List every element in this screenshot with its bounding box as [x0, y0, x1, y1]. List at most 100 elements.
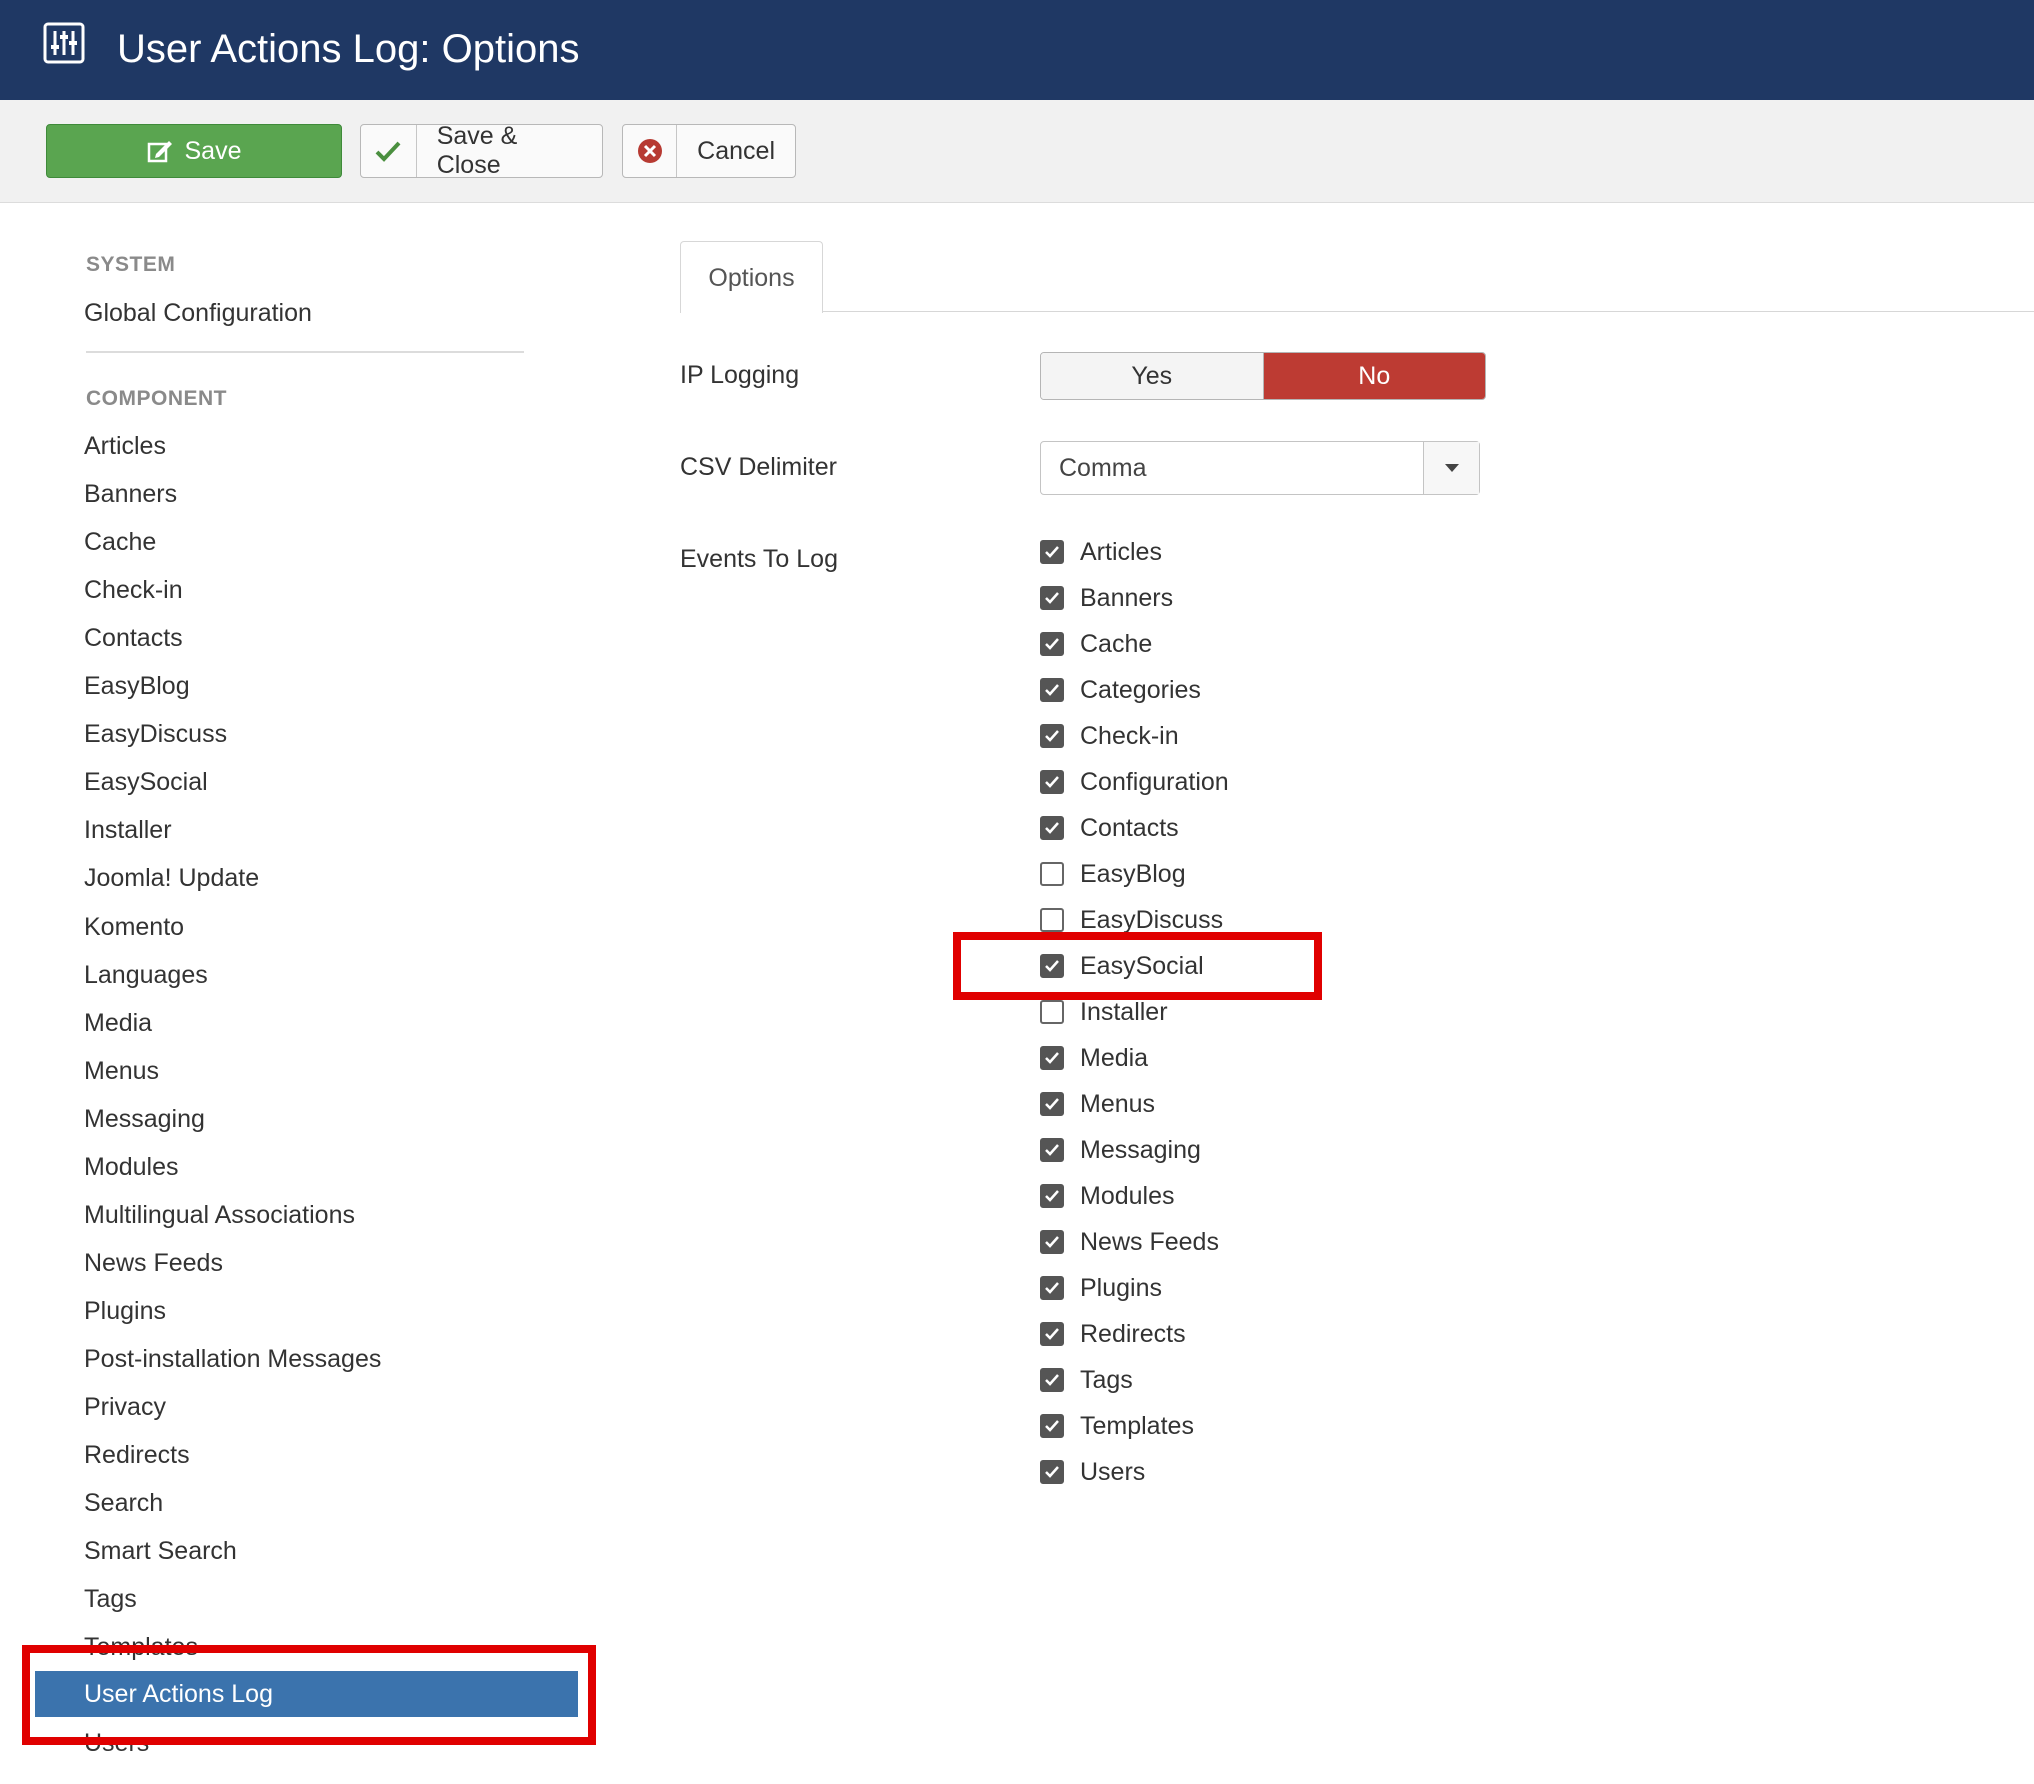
checkmark-icon	[1045, 1236, 1059, 1248]
event-checkbox[interactable]	[1040, 1460, 1064, 1484]
event-checkbox-row[interactable]: Messaging	[1040, 1130, 1201, 1170]
checkmark-icon	[1045, 1144, 1059, 1156]
event-checkbox-row[interactable]: News Feeds	[1040, 1222, 1219, 1262]
event-checkbox-row[interactable]: Modules	[1040, 1176, 1175, 1216]
checkmark-icon	[1045, 822, 1059, 834]
sidebar-item-cache[interactable]: Cache	[84, 524, 156, 560]
sidebar-item-privacy[interactable]: Privacy	[84, 1389, 166, 1425]
csv-delimiter-select[interactable]: Comma	[1040, 441, 1480, 495]
sidebar-item-menus[interactable]: Menus	[84, 1053, 159, 1089]
sidebar-item-users[interactable]: Users	[84, 1725, 149, 1761]
event-checkbox[interactable]	[1040, 770, 1064, 794]
sidebar-item-modules[interactable]: Modules	[84, 1149, 179, 1185]
sidebar-item-contacts[interactable]: Contacts	[84, 620, 183, 656]
save-label: Save	[184, 136, 242, 165]
sidebar: SYSTEM Global Configuration COMPONENT Ar…	[0, 203, 600, 1784]
ip-logging-yes-button[interactable]: Yes	[1041, 353, 1264, 399]
event-checkbox-row[interactable]: Tags	[1040, 1360, 1133, 1400]
event-checkbox-row[interactable]: Contacts	[1040, 808, 1179, 848]
event-checkbox-row[interactable]: Templates	[1040, 1406, 1194, 1446]
sidebar-item-global-configuration[interactable]: Global Configuration	[84, 295, 312, 331]
event-checkbox-row[interactable]: Cache	[1040, 624, 1152, 664]
page-header: User Actions Log: Options	[0, 0, 2034, 100]
checkmark-icon	[1045, 1420, 1059, 1432]
sidebar-item-plugins[interactable]: Plugins	[84, 1293, 166, 1329]
event-checkbox-row[interactable]: EasyDiscuss	[1040, 900, 1223, 940]
event-checkbox[interactable]	[1040, 1276, 1064, 1300]
event-checkbox[interactable]	[1040, 586, 1064, 610]
page-title: User Actions Log: Options	[117, 27, 580, 71]
sidebar-active-label: User Actions Log	[84, 1680, 273, 1708]
event-checkbox[interactable]	[1040, 678, 1064, 702]
sidebar-item-search[interactable]: Search	[84, 1485, 163, 1521]
sidebar-item-media[interactable]: Media	[84, 1005, 152, 1041]
dropdown-toggle[interactable]	[1423, 442, 1479, 494]
sidebar-item-messaging[interactable]: Messaging	[84, 1101, 205, 1137]
checkmark-icon	[1045, 730, 1059, 742]
save-button[interactable]: Save	[46, 124, 342, 178]
sidebar-item-smart-search[interactable]: Smart Search	[84, 1533, 237, 1569]
checkmark-icon	[1045, 1098, 1059, 1110]
sidebar-item-installer[interactable]: Installer	[84, 812, 172, 848]
event-checkbox[interactable]	[1040, 1138, 1064, 1162]
event-checkbox-label: Users	[1080, 1457, 1146, 1486]
tab-divider	[680, 311, 2034, 312]
event-checkbox[interactable]	[1040, 1414, 1064, 1438]
sidebar-heading-system: SYSTEM	[86, 253, 176, 276]
event-checkbox-row[interactable]: Articles	[1040, 532, 1162, 572]
event-checkbox[interactable]	[1040, 816, 1064, 840]
sidebar-item-banners[interactable]: Banners	[84, 476, 177, 512]
event-checkbox-row[interactable]: Banners	[1040, 578, 1173, 618]
event-checkbox-row[interactable]: EasyBlog	[1040, 854, 1186, 894]
sidebar-item-komento[interactable]: Komento	[84, 909, 184, 945]
event-checkbox[interactable]	[1040, 1230, 1064, 1254]
event-checkbox[interactable]	[1040, 1368, 1064, 1392]
sidebar-item-check-in[interactable]: Check-in	[84, 572, 183, 608]
event-checkbox[interactable]	[1040, 1000, 1064, 1024]
event-checkbox[interactable]	[1040, 632, 1064, 656]
sidebar-item-tags[interactable]: Tags	[84, 1581, 137, 1617]
checkmark-icon	[375, 141, 401, 162]
sliders-icon	[43, 22, 85, 64]
ip-logging-toggle: Yes No	[1040, 352, 1486, 400]
checkmark-icon	[1045, 960, 1059, 972]
event-checkbox-label: EasyDiscuss	[1080, 905, 1224, 934]
cancel-button[interactable]: Cancel	[622, 124, 796, 178]
sidebar-item-redirects[interactable]: Redirects	[84, 1437, 190, 1473]
event-checkbox-label: Tags	[1080, 1365, 1133, 1394]
event-checkbox-row[interactable]: EasySocial	[1040, 946, 1204, 986]
event-checkbox[interactable]	[1040, 1322, 1064, 1346]
event-checkbox-row[interactable]: Plugins	[1040, 1268, 1162, 1308]
sidebar-item-active[interactable]: User Actions Log	[35, 1671, 578, 1717]
event-checkbox[interactable]	[1040, 1184, 1064, 1208]
sidebar-item-joomla-update[interactable]: Joomla! Update	[84, 860, 259, 896]
event-checkbox[interactable]	[1040, 954, 1064, 978]
sidebar-item-news-feeds[interactable]: News Feeds	[84, 1245, 223, 1281]
event-checkbox-row[interactable]: Users	[1040, 1452, 1145, 1492]
sidebar-item-multilingual-associations[interactable]: Multilingual Associations	[84, 1197, 355, 1233]
sidebar-item-articles[interactable]: Articles	[84, 428, 166, 464]
sidebar-item-easysocial[interactable]: EasySocial	[84, 764, 208, 800]
tab-options[interactable]: Options	[680, 241, 823, 313]
event-checkbox-row[interactable]: Menus	[1040, 1084, 1155, 1124]
event-checkbox-row[interactable]: Media	[1040, 1038, 1148, 1078]
event-checkbox[interactable]	[1040, 1092, 1064, 1116]
ip-logging-no-button[interactable]: No	[1263, 353, 1485, 399]
event-checkbox-row[interactable]: Configuration	[1040, 762, 1229, 802]
sidebar-item-languages[interactable]: Languages	[84, 957, 208, 993]
sidebar-item-templates[interactable]: Templates	[84, 1629, 198, 1665]
event-checkbox[interactable]	[1040, 1046, 1064, 1070]
save-close-button[interactable]: Save & Close	[360, 122, 603, 179]
event-checkbox[interactable]	[1040, 540, 1064, 564]
event-checkbox-row[interactable]: Check-in	[1040, 716, 1179, 756]
event-checkbox[interactable]	[1040, 724, 1064, 748]
event-checkbox-row[interactable]: Installer	[1040, 992, 1168, 1032]
sidebar-item-post-installation-messages[interactable]: Post-installation Messages	[84, 1341, 381, 1377]
sidebar-item-easyblog[interactable]: EasyBlog	[84, 668, 190, 704]
sidebar-item-easydiscuss[interactable]: EasyDiscuss	[84, 716, 227, 752]
event-checkbox-label: Installer	[1080, 997, 1168, 1026]
event-checkbox-row[interactable]: Categories	[1040, 670, 1201, 710]
event-checkbox-row[interactable]: Redirects	[1040, 1314, 1186, 1354]
event-checkbox[interactable]	[1040, 862, 1064, 886]
event-checkbox[interactable]	[1040, 908, 1064, 932]
